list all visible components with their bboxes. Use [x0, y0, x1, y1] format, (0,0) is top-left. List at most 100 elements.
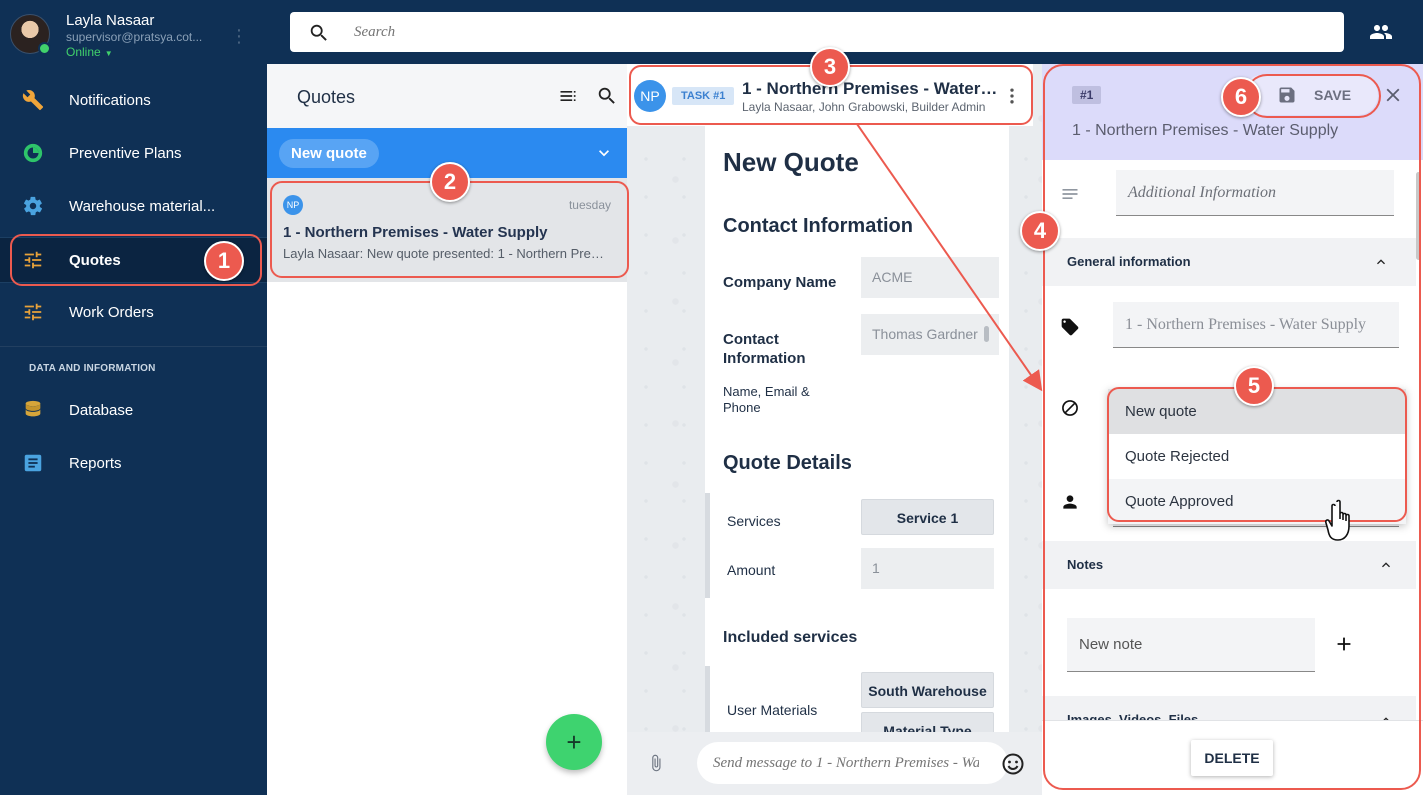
contact-field[interactable]: Thomas Gardner	[861, 314, 999, 355]
wrench-icon	[22, 89, 44, 111]
user-profile[interactable]: Layla Nasaar supervisor@pratsya.cot... O…	[0, 0, 267, 70]
online-indicator	[38, 42, 51, 55]
sliders-icon	[22, 249, 44, 271]
sidebar-section-title: DATA AND INFORMATION	[29, 363, 156, 374]
contact-label: Contact Information	[723, 331, 806, 367]
search-input[interactable]	[354, 21, 1254, 43]
detail-footer: DELETE	[1042, 720, 1423, 795]
user-email: supervisor@pratsya.cot...	[66, 30, 203, 44]
blocked-status-icon	[1060, 398, 1080, 423]
section-title: General information	[1067, 254, 1191, 269]
new-note-input[interactable]: New note	[1067, 618, 1315, 672]
document-icon	[22, 452, 44, 474]
contact-value: Thomas Gardner	[872, 326, 978, 342]
annotation-badge: 1	[204, 241, 244, 281]
global-search[interactable]	[290, 12, 1344, 52]
sidebar-item-label: Reports	[69, 455, 122, 472]
included-heading: Included services	[723, 629, 858, 646]
section-title: Notes	[1067, 557, 1104, 572]
chevron-up-icon[interactable]	[1378, 712, 1394, 720]
avatar: NP	[634, 80, 666, 112]
services-select[interactable]: Service 1	[861, 499, 994, 535]
chat-composer	[627, 732, 1042, 795]
more-vert-icon[interactable]	[1005, 86, 1019, 111]
general-info-section[interactable]: General information	[1042, 238, 1416, 286]
sidebar-item-warehouse[interactable]: Warehouse material...	[0, 184, 267, 230]
amount-value: 1	[872, 560, 880, 576]
additional-info-input[interactable]: Additional Information	[1116, 170, 1394, 216]
task-participants: Layla Nasaar, John Grabowski, Builder Ad…	[742, 100, 986, 114]
sidebar-item-work-orders[interactable]: Work Orders	[0, 290, 267, 336]
avatar	[10, 14, 51, 55]
media-section[interactable]: Images, Videos, Files	[1042, 696, 1416, 720]
form-title: New Quote	[723, 147, 859, 177]
task-number-badge: #1	[1072, 86, 1102, 104]
user-name: Layla Nasaar	[66, 12, 155, 29]
emoji-icon[interactable]	[1001, 752, 1025, 781]
annotation-badge: 5	[1234, 366, 1274, 406]
add-quote-button[interactable]: +	[546, 714, 602, 770]
sidebar-item-label: Warehouse material...	[69, 198, 216, 215]
list-header: Quotes	[267, 64, 627, 128]
task-panel: NP TASK #1 1 - Northern Premises - Water…	[627, 64, 1042, 795]
save-label: SAVE	[1314, 87, 1352, 103]
quote-form: New Quote Contact Information Company Na…	[705, 126, 1009, 732]
delete-button[interactable]: DELETE	[1191, 740, 1273, 776]
avatar: NP	[283, 195, 303, 215]
annotation-badge: 3	[810, 47, 850, 87]
chevron-down-icon[interactable]	[594, 143, 614, 168]
company-value: ACME	[872, 269, 913, 285]
more-vert-icon[interactable]: ⋮	[230, 24, 248, 48]
detail-title: 1 - Northern Premises - Water Supply	[1072, 122, 1339, 139]
amount-field[interactable]: 1	[861, 548, 994, 589]
attach-icon[interactable]	[647, 751, 665, 780]
chevron-up-icon[interactable]	[1373, 254, 1389, 275]
filter-list-icon[interactable]	[557, 86, 579, 111]
search-icon	[308, 22, 330, 49]
people-icon[interactable]	[1368, 20, 1394, 49]
progress-circle-icon	[22, 142, 44, 164]
save-button[interactable]: SAVE	[1242, 75, 1378, 115]
chevron-up-icon[interactable]	[1378, 557, 1394, 578]
section-title: Images, Videos, Files	[1067, 712, 1199, 720]
annotation-badge: 2	[430, 162, 470, 202]
sidebar-item-notifications[interactable]: Notifications	[0, 78, 267, 124]
sidebar-item-reports[interactable]: Reports	[0, 441, 267, 487]
sidebar-item-preventive-plans[interactable]: Preventive Plans	[0, 131, 267, 177]
task-tag: TASK #1	[672, 87, 735, 105]
sidebar-item-label: Work Orders	[69, 304, 154, 321]
sidebar-item-label: Notifications	[69, 92, 151, 109]
add-note-icon[interactable]	[1333, 633, 1355, 660]
annotation-badge: 6	[1221, 77, 1261, 117]
gear-icon	[22, 195, 44, 217]
search-icon[interactable]	[596, 85, 618, 112]
scrollbar[interactable]	[984, 326, 989, 342]
annotation-badge: 4	[1020, 211, 1060, 251]
sidebar-item-label: Quotes	[69, 252, 121, 269]
materials-select[interactable]: South Warehouse	[861, 672, 994, 708]
user-status[interactable]: Online ▼	[66, 45, 113, 59]
status-option-rejected[interactable]: Quote Rejected	[1108, 434, 1406, 479]
task-title: 1 - Northern Premises - Water Supply	[742, 79, 1002, 98]
sliders-icon	[22, 301, 44, 323]
person-icon	[1060, 492, 1080, 517]
company-field[interactable]: ACME	[861, 257, 999, 298]
sidebar-item-label: Preventive Plans	[69, 145, 182, 162]
status-label: Online	[66, 45, 101, 59]
item-subtitle: Layla Nasaar: New quote presented: 1 - N…	[283, 246, 611, 261]
pointer-hand-icon	[1325, 498, 1367, 549]
contact-sub: Name, Email & Phone	[723, 384, 810, 415]
sidebar-divider	[0, 346, 267, 347]
status-filter-chip[interactable]: New quote	[279, 139, 379, 168]
section-bar	[705, 493, 710, 598]
sidebar-item-database[interactable]: Database	[0, 388, 267, 434]
name-input[interactable]: 1 - Northern Premises - Water Supply	[1113, 302, 1399, 348]
section-bar	[705, 666, 710, 732]
services-label: Services	[727, 513, 781, 529]
message-input[interactable]	[713, 752, 979, 774]
materials-label: User Materials	[727, 702, 818, 718]
material-type-select[interactable]: Material Type	[861, 712, 994, 732]
message-field[interactable]	[697, 742, 1008, 784]
close-icon[interactable]	[1382, 84, 1404, 111]
scrollbar[interactable]	[1416, 172, 1421, 260]
